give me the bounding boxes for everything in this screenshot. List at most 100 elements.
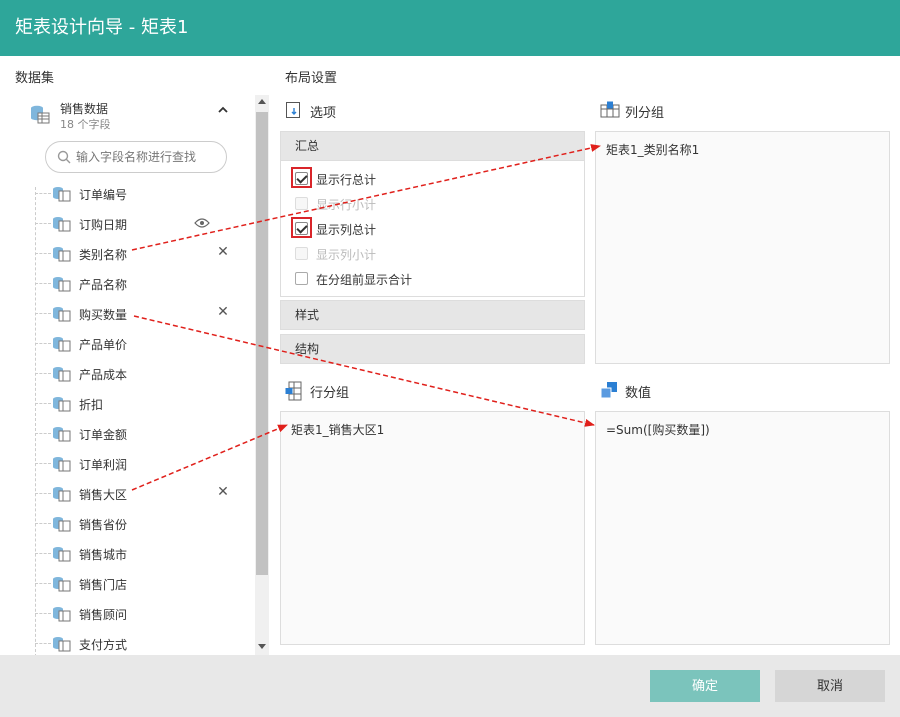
- layout-section-label: 布局设置: [285, 71, 338, 86]
- field-item[interactable]: 销售省份: [35, 509, 245, 539]
- checkbox[interactable]: [295, 222, 308, 235]
- field-name: 销售顾问: [79, 608, 128, 622]
- values-dropzone[interactable]: =Sum([购买数量]): [595, 411, 890, 645]
- dataset-pane: 销售数据 18 个字段 订单编号订购日期类别名称 ✕ 产品名称购买数量 ✕ 产品单价产品…: [0, 90, 270, 655]
- scroll-up-arrow-icon[interactable]: [258, 99, 266, 104]
- options-title: 选项: [310, 106, 337, 121]
- column-group-icon: [600, 101, 620, 122]
- column-group-item[interactable]: 矩表1_类别名称1: [606, 141, 699, 158]
- scroll-down-arrow-icon[interactable]: [258, 644, 266, 649]
- field-name: 订单利润: [79, 458, 128, 472]
- field-search-box: [45, 141, 227, 173]
- field-icon: [52, 336, 72, 355]
- field-item[interactable]: 订购日期: [35, 209, 245, 239]
- field-item[interactable]: 销售大区 ✕: [35, 479, 245, 509]
- values-item[interactable]: =Sum([购买数量]): [606, 421, 710, 438]
- field-item[interactable]: 销售顾问: [35, 599, 245, 629]
- field-name: 支付方式: [79, 638, 128, 652]
- close-icon[interactable]: ✕: [217, 304, 229, 320]
- summary-section-header[interactable]: 汇总: [280, 131, 585, 161]
- field-item[interactable]: 产品单价: [35, 329, 245, 359]
- field-icon: [52, 456, 72, 475]
- scrollbar-thumb[interactable]: [256, 112, 268, 575]
- field-name: 订单编号: [79, 188, 128, 202]
- field-name: 销售大区: [79, 488, 128, 502]
- tree-connector: [35, 643, 51, 644]
- field-item[interactable]: 销售城市: [35, 539, 245, 569]
- field-name: 产品名称: [79, 278, 128, 292]
- row-group-item[interactable]: 矩表1_销售大区1: [291, 421, 384, 438]
- field-icon: [52, 186, 72, 205]
- dataset-node[interactable]: 销售数据 18 个字段: [28, 98, 248, 132]
- field-item[interactable]: 销售门店: [35, 569, 245, 599]
- tree-connector: [35, 403, 51, 404]
- field-icon: [52, 366, 72, 385]
- chevron-up-icon[interactable]: [216, 104, 230, 118]
- field-search-input[interactable]: [76, 148, 221, 166]
- field-list-scrollbar[interactable]: [255, 95, 269, 655]
- field-name: 订购日期: [79, 218, 128, 232]
- field-item[interactable]: 购买数量 ✕: [35, 299, 245, 329]
- field-item[interactable]: 订单编号: [35, 179, 245, 209]
- values-icon: [600, 381, 618, 402]
- field-name: 销售城市: [79, 548, 128, 562]
- field-item[interactable]: 产品名称: [35, 269, 245, 299]
- field-icon: [52, 216, 72, 235]
- field-name: 订单金额: [79, 428, 128, 442]
- checkbox[interactable]: [295, 172, 308, 185]
- close-icon[interactable]: ✕: [217, 244, 229, 260]
- row-group-title: 行分组: [310, 386, 350, 401]
- dataset-field-count: 18 个字段: [60, 118, 111, 131]
- row-group-dropzone[interactable]: 矩表1_销售大区1: [280, 411, 585, 645]
- dialog-footer: [0, 655, 900, 717]
- field-item[interactable]: 类别名称 ✕: [35, 239, 245, 269]
- style-section-header[interactable]: 样式: [280, 300, 585, 330]
- dataset-icon: [30, 104, 50, 127]
- option-checkbox-row[interactable]: 显示列总计: [291, 217, 495, 238]
- eye-icon[interactable]: [194, 217, 210, 232]
- field-icon: [52, 546, 72, 565]
- checkbox: [295, 247, 308, 260]
- option-checkbox-row: 显示行小计: [295, 196, 495, 212]
- column-group-dropzone[interactable]: 矩表1_类别名称1: [595, 131, 890, 364]
- column-group-title: 列分组: [625, 106, 665, 121]
- dialog-title: 矩表设计向导 - 矩表1: [0, 0, 900, 56]
- close-icon[interactable]: ✕: [217, 484, 229, 500]
- tree-connector: [35, 343, 51, 344]
- field-item[interactable]: 订单金额: [35, 419, 245, 449]
- field-name: 产品成本: [79, 368, 128, 382]
- field-list: 订单编号订购日期类别名称 ✕ 产品名称购买数量 ✕ 产品单价产品成本折扣订单金额订单利润…: [35, 179, 245, 655]
- structure-section-header[interactable]: 结构: [280, 334, 585, 364]
- dataset-section-label: 数据集: [15, 71, 55, 86]
- tree-connector: [35, 313, 51, 314]
- field-icon: [52, 276, 72, 295]
- tree-connector: [35, 193, 51, 194]
- option-checkbox-row: 显示列小计: [295, 246, 495, 262]
- checkbox[interactable]: [295, 272, 308, 285]
- row-group-icon: [285, 381, 303, 404]
- field-item[interactable]: 折扣: [35, 389, 245, 419]
- options-icon: [285, 101, 303, 122]
- field-icon: [52, 396, 72, 415]
- tree-connector: [35, 583, 51, 584]
- field-icon: [52, 246, 72, 265]
- field-name: 产品单价: [79, 338, 128, 352]
- option-checkbox-row[interactable]: 在分组前显示合计: [295, 271, 495, 287]
- field-icon: [52, 636, 72, 655]
- option-label: 显示行小计: [316, 198, 377, 212]
- option-checkbox-row[interactable]: 显示行总计: [291, 167, 495, 188]
- field-name: 类别名称: [79, 248, 128, 262]
- option-label: 显示列小计: [316, 248, 377, 262]
- tree-connector: [35, 463, 51, 464]
- field-item[interactable]: 产品成本: [35, 359, 245, 389]
- tree-connector: [35, 553, 51, 554]
- tree-connector: [35, 613, 51, 614]
- ok-button[interactable]: 确定: [650, 670, 760, 702]
- tree-connector: [35, 373, 51, 374]
- field-item[interactable]: 支付方式: [35, 629, 245, 655]
- cancel-button[interactable]: 取消: [775, 670, 885, 702]
- option-label: 显示行总计: [316, 173, 377, 187]
- tree-connector: [35, 493, 51, 494]
- field-item[interactable]: 订单利润: [35, 449, 245, 479]
- field-icon: [52, 576, 72, 595]
